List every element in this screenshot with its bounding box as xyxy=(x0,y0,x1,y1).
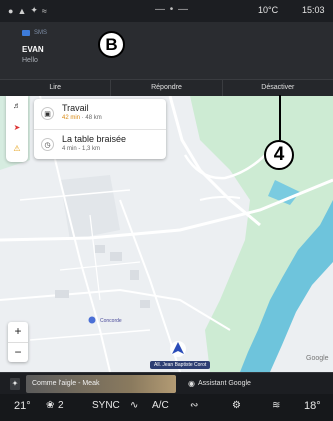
callout-b: B xyxy=(98,31,125,58)
notification-app-row: SMS xyxy=(22,30,47,36)
seat-heat-icon[interactable]: ≋ xyxy=(272,400,280,411)
fan-icon[interactable]: ❀ xyxy=(46,400,54,411)
status-bar: ● ▲ ✦ ≈ — • — 10°C 15:03 xyxy=(0,0,333,22)
left-temperature[interactable]: 21° xyxy=(14,400,31,412)
destination-eta: 4 min - 1,3 km xyxy=(62,146,101,152)
phone-icon: ● xyxy=(8,5,14,16)
infotainment-screen: ● ▲ ✦ ≈ — • — 10°C 15:03 SMS EVAN Hello … xyxy=(0,0,333,421)
map-tool-strip: ♬ ➤ ⚠ xyxy=(6,96,28,162)
rear-defrost-icon[interactable]: ∿ xyxy=(130,400,138,411)
steering-wheel-icon[interactable]: ⚙ xyxy=(232,400,241,411)
bluetooth-icon: ✦ xyxy=(10,378,20,390)
destination-name: Travail xyxy=(62,103,89,113)
now-playing[interactable]: Comme l'aigle - Meak xyxy=(26,375,176,393)
google-attribution: Google xyxy=(306,355,329,362)
destination-distance: 48 km xyxy=(85,115,102,121)
destination-distance: 1,3 km xyxy=(82,146,101,152)
outside-temperature: 10°C xyxy=(258,5,279,15)
destination-panel: ▣ Travail 42 min · 48 km ◷ La table brai… xyxy=(34,99,166,159)
clock: 15:03 xyxy=(302,5,325,15)
notification-actions: Lire Répondre Désactiver xyxy=(0,79,333,96)
sound-icon[interactable]: ♬ xyxy=(11,100,23,112)
message-icon xyxy=(22,30,30,36)
handle-icon: — • — xyxy=(155,4,190,15)
media-bar: ✦ Comme l'aigle - Meak ◉ Assistant Googl… xyxy=(0,372,333,394)
zoom-in-button[interactable]: + xyxy=(8,322,28,342)
bluetooth-icon: ✦ xyxy=(30,5,38,15)
ac-button[interactable]: A/C xyxy=(152,400,169,411)
reply-button[interactable]: Répondre xyxy=(111,80,223,96)
signal-icon: ▲ xyxy=(17,5,27,16)
destination-minutes: 42 min xyxy=(62,115,81,121)
compass-icon[interactable]: ➤ xyxy=(11,122,23,134)
notification-app-name: SMS xyxy=(34,30,48,36)
assistant-label[interactable]: Assistant Google xyxy=(198,380,251,387)
sync-button[interactable]: SYNC xyxy=(92,400,120,411)
wifi-icon: ≈ xyxy=(41,5,47,16)
callout-4-pointer xyxy=(279,95,281,140)
destination-minutes: 4 min xyxy=(62,146,77,152)
notification-sender: EVAN xyxy=(22,45,44,54)
right-temperature[interactable]: 18° xyxy=(304,400,321,412)
current-street-label: All. Jean Baptiste Corot xyxy=(150,361,211,369)
fan-level[interactable]: 2 xyxy=(58,400,64,411)
microphone-icon[interactable]: ◉ xyxy=(188,379,195,388)
poi-label: Concorde xyxy=(100,318,122,324)
destination-name: La table braisée xyxy=(62,134,127,144)
deactivate-button[interactable]: Désactiver xyxy=(223,80,333,96)
notification-message: Hello xyxy=(22,57,38,64)
clock-icon: ◷ xyxy=(41,138,54,151)
destination-row[interactable]: ▣ Travail 42 min · 48 km xyxy=(34,99,166,128)
callout-4: 4 xyxy=(264,140,294,170)
zoom-out-button[interactable]: − xyxy=(8,342,28,362)
warning-icon[interactable]: ⚠ xyxy=(11,143,23,155)
destination-eta: 42 min · 48 km xyxy=(62,115,102,121)
front-defrost-icon[interactable]: ∾ xyxy=(190,400,198,411)
zoom-control: + − xyxy=(8,322,28,362)
briefcase-icon: ▣ xyxy=(41,107,54,120)
climate-bar: 21° ❀ 2 SYNC ∿ A/C ∾ ⚙ ≋ 18° xyxy=(0,394,333,421)
destination-row[interactable]: ◷ La table braisée 4 min - 1,3 km xyxy=(34,129,166,158)
read-button[interactable]: Lire xyxy=(0,80,112,96)
status-icons: ● ▲ ✦ ≈ xyxy=(8,5,47,16)
